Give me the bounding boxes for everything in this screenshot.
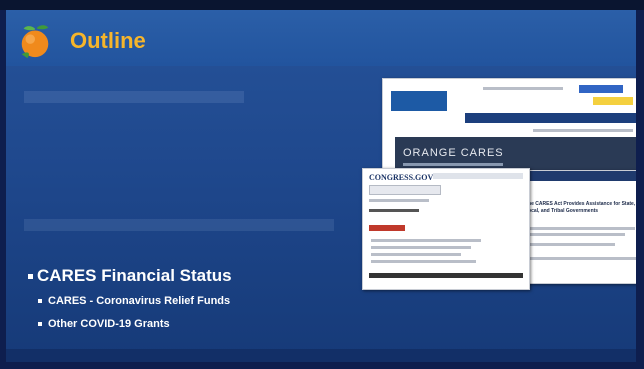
congress-logo: CONGRESS.GOV bbox=[369, 173, 434, 182]
bullet-cares-financial-status: CARES Financial Status bbox=[28, 266, 232, 286]
sub-bullet-relief-funds: CARES - Coronavirus Relief Funds bbox=[38, 295, 230, 307]
banner-title: ORANGE CARES bbox=[403, 147, 504, 159]
treasury-headline: The CARES Act Provides Assistance for St… bbox=[525, 201, 636, 214]
congress-tab bbox=[369, 225, 405, 231]
faded-item-2 bbox=[24, 216, 334, 234]
site-nav bbox=[465, 113, 636, 123]
site-logo bbox=[391, 91, 447, 111]
orange-logo-icon bbox=[21, 25, 49, 59]
congress-website-screenshot: CONGRESS.GOV bbox=[362, 168, 530, 290]
sub-bullet-other-grants: Other COVID-19 Grants bbox=[38, 318, 170, 330]
social-icons bbox=[579, 85, 623, 93]
title-bar: Outline bbox=[6, 10, 636, 66]
slide: Outline ORANGE CARES The CARES Act Provi… bbox=[6, 10, 636, 362]
bullet-marker bbox=[38, 299, 42, 304]
slide-title: Outline bbox=[70, 28, 146, 53]
faded-item-1 bbox=[24, 88, 244, 106]
alert-button bbox=[593, 97, 633, 105]
bullet-marker bbox=[28, 274, 33, 280]
slide-footer-band bbox=[6, 349, 636, 362]
treasury-website-screenshot: The CARES Act Provides Assistance for St… bbox=[518, 170, 636, 284]
bullet-marker bbox=[38, 322, 42, 327]
window-top-frame bbox=[0, 0, 644, 10]
